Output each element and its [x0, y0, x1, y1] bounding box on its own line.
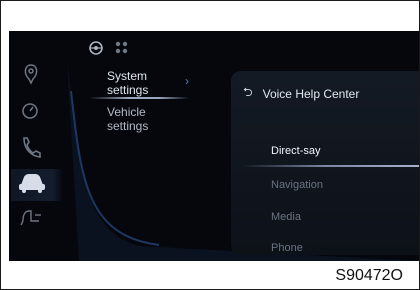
- infotainment-screen: System settings Vehicle settings › ⮌ Voi…: [9, 31, 419, 261]
- figure-frame: System settings Vehicle settings › ⮌ Voi…: [0, 0, 420, 290]
- left-rail: [9, 31, 81, 261]
- panel-item-direct-say[interactable]: Direct-say: [271, 145, 321, 157]
- phone-icon[interactable]: [23, 137, 41, 158]
- menu-item-label-line: settings: [107, 119, 149, 133]
- grid-icon[interactable]: [115, 41, 128, 54]
- panel-item-phone[interactable]: Phone: [271, 242, 303, 254]
- figure-code: S90472O: [335, 267, 403, 284]
- settings-menu: System settings Vehicle settings: [107, 69, 217, 141]
- menu-item-label-line: settings: [107, 83, 149, 97]
- location-icon[interactable]: [24, 64, 38, 85]
- panel-item-navigation[interactable]: Navigation: [271, 179, 323, 191]
- chevron-right-icon: ›: [185, 74, 189, 88]
- back-arrow-icon[interactable]: ⮌: [243, 83, 253, 104]
- menu-item-vehicle-settings[interactable]: Vehicle settings: [107, 105, 217, 133]
- menu-item-label-line: Vehicle: [107, 105, 146, 119]
- panel-header: ⮌ Voice Help Center: [243, 83, 359, 104]
- panel-title: Voice Help Center: [262, 86, 360, 101]
- panel-selection-line: [241, 165, 419, 167]
- car-icon[interactable]: [19, 174, 45, 193]
- menu-item-system-settings[interactable]: System settings: [107, 69, 217, 97]
- steering-wheel-icon[interactable]: [89, 41, 103, 55]
- voice-help-panel: ⮌ Voice Help Center Direct-say Navigatio…: [231, 71, 419, 255]
- top-bar: [87, 39, 147, 57]
- speedometer-icon[interactable]: [22, 103, 38, 119]
- panel-item-media[interactable]: Media: [271, 211, 301, 223]
- seat-icon[interactable]: [20, 210, 41, 226]
- menu-item-label-line: System: [107, 69, 148, 83]
